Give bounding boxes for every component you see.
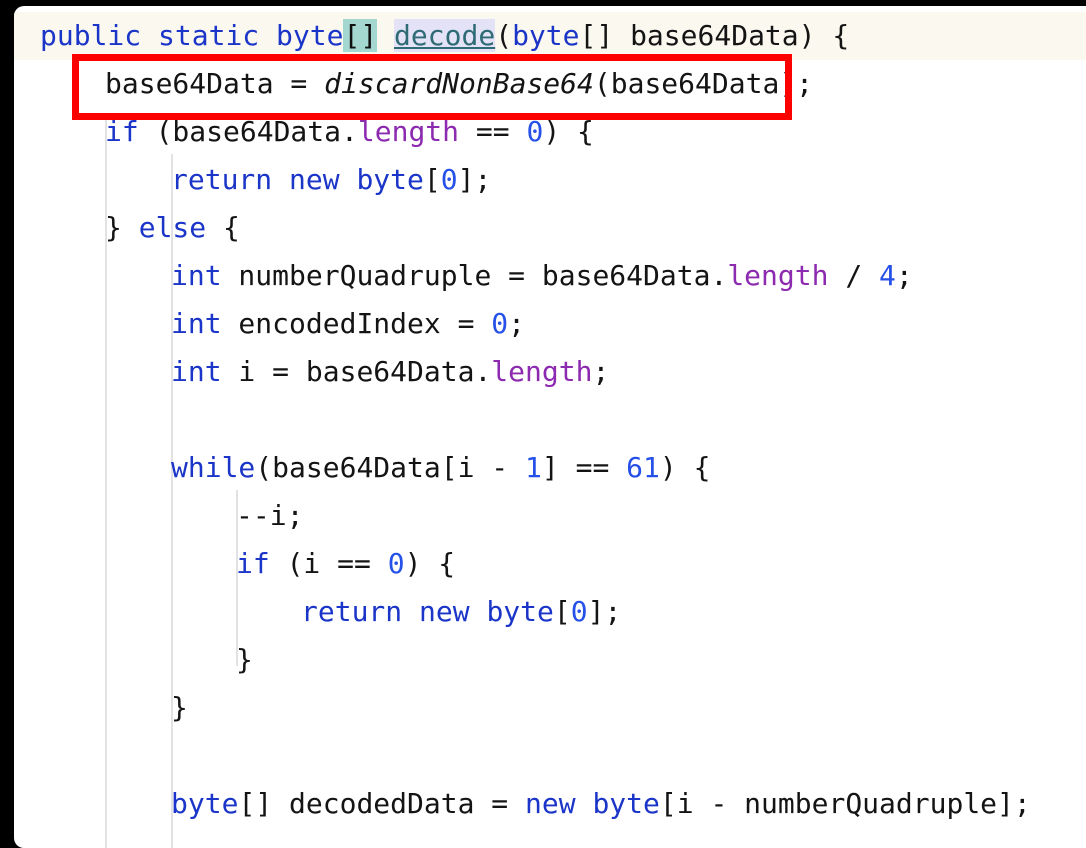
code-token: int <box>171 307 222 340</box>
code-token: ; <box>508 307 526 340</box>
code-token: byte <box>486 595 554 628</box>
code-token: ] == <box>541 451 627 484</box>
code-token: ) { <box>659 451 711 484</box>
code-token: 0 <box>526 115 544 148</box>
code-line[interactable]: int i = base64Data.length; <box>14 348 1086 396</box>
code-line[interactable]: int numberQuadruple = base64Data.length … <box>14 252 1086 300</box>
code-token: discardNonBase64 <box>324 67 594 100</box>
code-token: } <box>236 643 253 676</box>
code-token: 0 <box>570 595 588 628</box>
code-token: length <box>357 115 460 148</box>
code-token: ) { <box>404 547 456 580</box>
code-token: [ <box>423 163 441 196</box>
code-token: --i; <box>236 499 304 532</box>
code-token: new <box>289 163 340 196</box>
code-token: if <box>236 547 270 580</box>
code-token: { <box>206 211 240 244</box>
code-token: [i - numberQuadruple]; <box>659 787 1031 820</box>
code-token: while <box>171 451 256 484</box>
code-token: byte <box>512 19 580 52</box>
code-line[interactable]: public static byte[] decode(byte[] base6… <box>14 12 1086 60</box>
code-line[interactable]: } <box>14 636 1086 684</box>
code-token: new <box>525 787 576 820</box>
code-token: numberQuadruple = base64Data. <box>221 259 728 292</box>
code-token: ; <box>592 355 610 388</box>
code-token: static <box>158 19 260 52</box>
code-line[interactable] <box>14 732 1086 780</box>
code-token: 0 <box>440 163 458 196</box>
code-line[interactable]: int encodedIndex = 0; <box>14 300 1086 348</box>
code-token: byte <box>276 19 344 52</box>
code-token: new <box>419 595 470 628</box>
code-token: public <box>40 19 142 52</box>
code-editor-surface[interactable]: public static byte[] decode(byte[] base6… <box>14 6 1086 848</box>
code-token: (base64Data); <box>593 67 814 100</box>
code-token: 61 <box>626 451 660 484</box>
code-token: 0 <box>387 547 405 580</box>
code-token: return <box>301 595 403 628</box>
code-token: return <box>171 163 273 196</box>
code-token: if <box>105 115 139 148</box>
code-line[interactable]: if (i == 0) { <box>14 540 1086 588</box>
code-line[interactable]: byte[] decodedData = new byte[i - number… <box>14 780 1086 828</box>
code-token: / <box>828 259 880 292</box>
code-token: [] base64Data) { <box>579 19 850 52</box>
code-token: (base64Data. <box>138 115 358 148</box>
code-token: 0 <box>491 307 509 340</box>
code-token: base64Data = <box>105 67 325 100</box>
code-token: (base64Data[i - <box>255 451 526 484</box>
code-token: else <box>138 211 207 244</box>
code-token: } <box>171 691 188 724</box>
code-token: int <box>171 259 222 292</box>
code-token: 4 <box>879 259 896 292</box>
code-line[interactable]: return new byte[0]; <box>14 588 1086 636</box>
code-token: byte <box>592 787 660 820</box>
code-token: encodedIndex = <box>221 307 492 340</box>
code-token: ]; <box>457 163 492 196</box>
code-token: (i == <box>269 547 388 580</box>
code-line[interactable] <box>14 396 1086 444</box>
code-token: } <box>105 211 139 244</box>
code-line[interactable]: } else { <box>14 204 1086 252</box>
code-line[interactable]: --i; <box>14 492 1086 540</box>
code-token: byte <box>171 787 239 820</box>
code-token: 1 <box>525 451 542 484</box>
code-token: decode <box>394 19 496 52</box>
code-line[interactable]: return new byte[0]; <box>14 156 1086 204</box>
code-screenshot: public static byte[] decode(byte[] base6… <box>0 0 1086 848</box>
code-token: length <box>491 355 593 388</box>
code-token: i = base64Data. <box>221 355 492 388</box>
code-area[interactable]: public static byte[] decode(byte[] base6… <box>14 6 1086 848</box>
code-token: byte <box>356 163 424 196</box>
code-line[interactable]: } <box>14 684 1086 732</box>
code-token: ]; <box>587 595 622 628</box>
code-token: [] decodedData = <box>238 787 526 820</box>
code-token: ( <box>495 19 513 52</box>
code-token: ; <box>895 259 913 292</box>
code-token: ) { <box>543 115 594 148</box>
code-token: int <box>171 355 222 388</box>
code-token: [] <box>343 19 378 52</box>
code-token: length <box>727 259 829 292</box>
code-line[interactable]: while(base64Data[i - 1] == 61) { <box>14 444 1086 492</box>
code-token: == <box>459 115 527 148</box>
code-token: [ <box>553 595 571 628</box>
annotated-code-line[interactable]: base64Data = discardNonBase64(base64Data… <box>105 60 813 108</box>
